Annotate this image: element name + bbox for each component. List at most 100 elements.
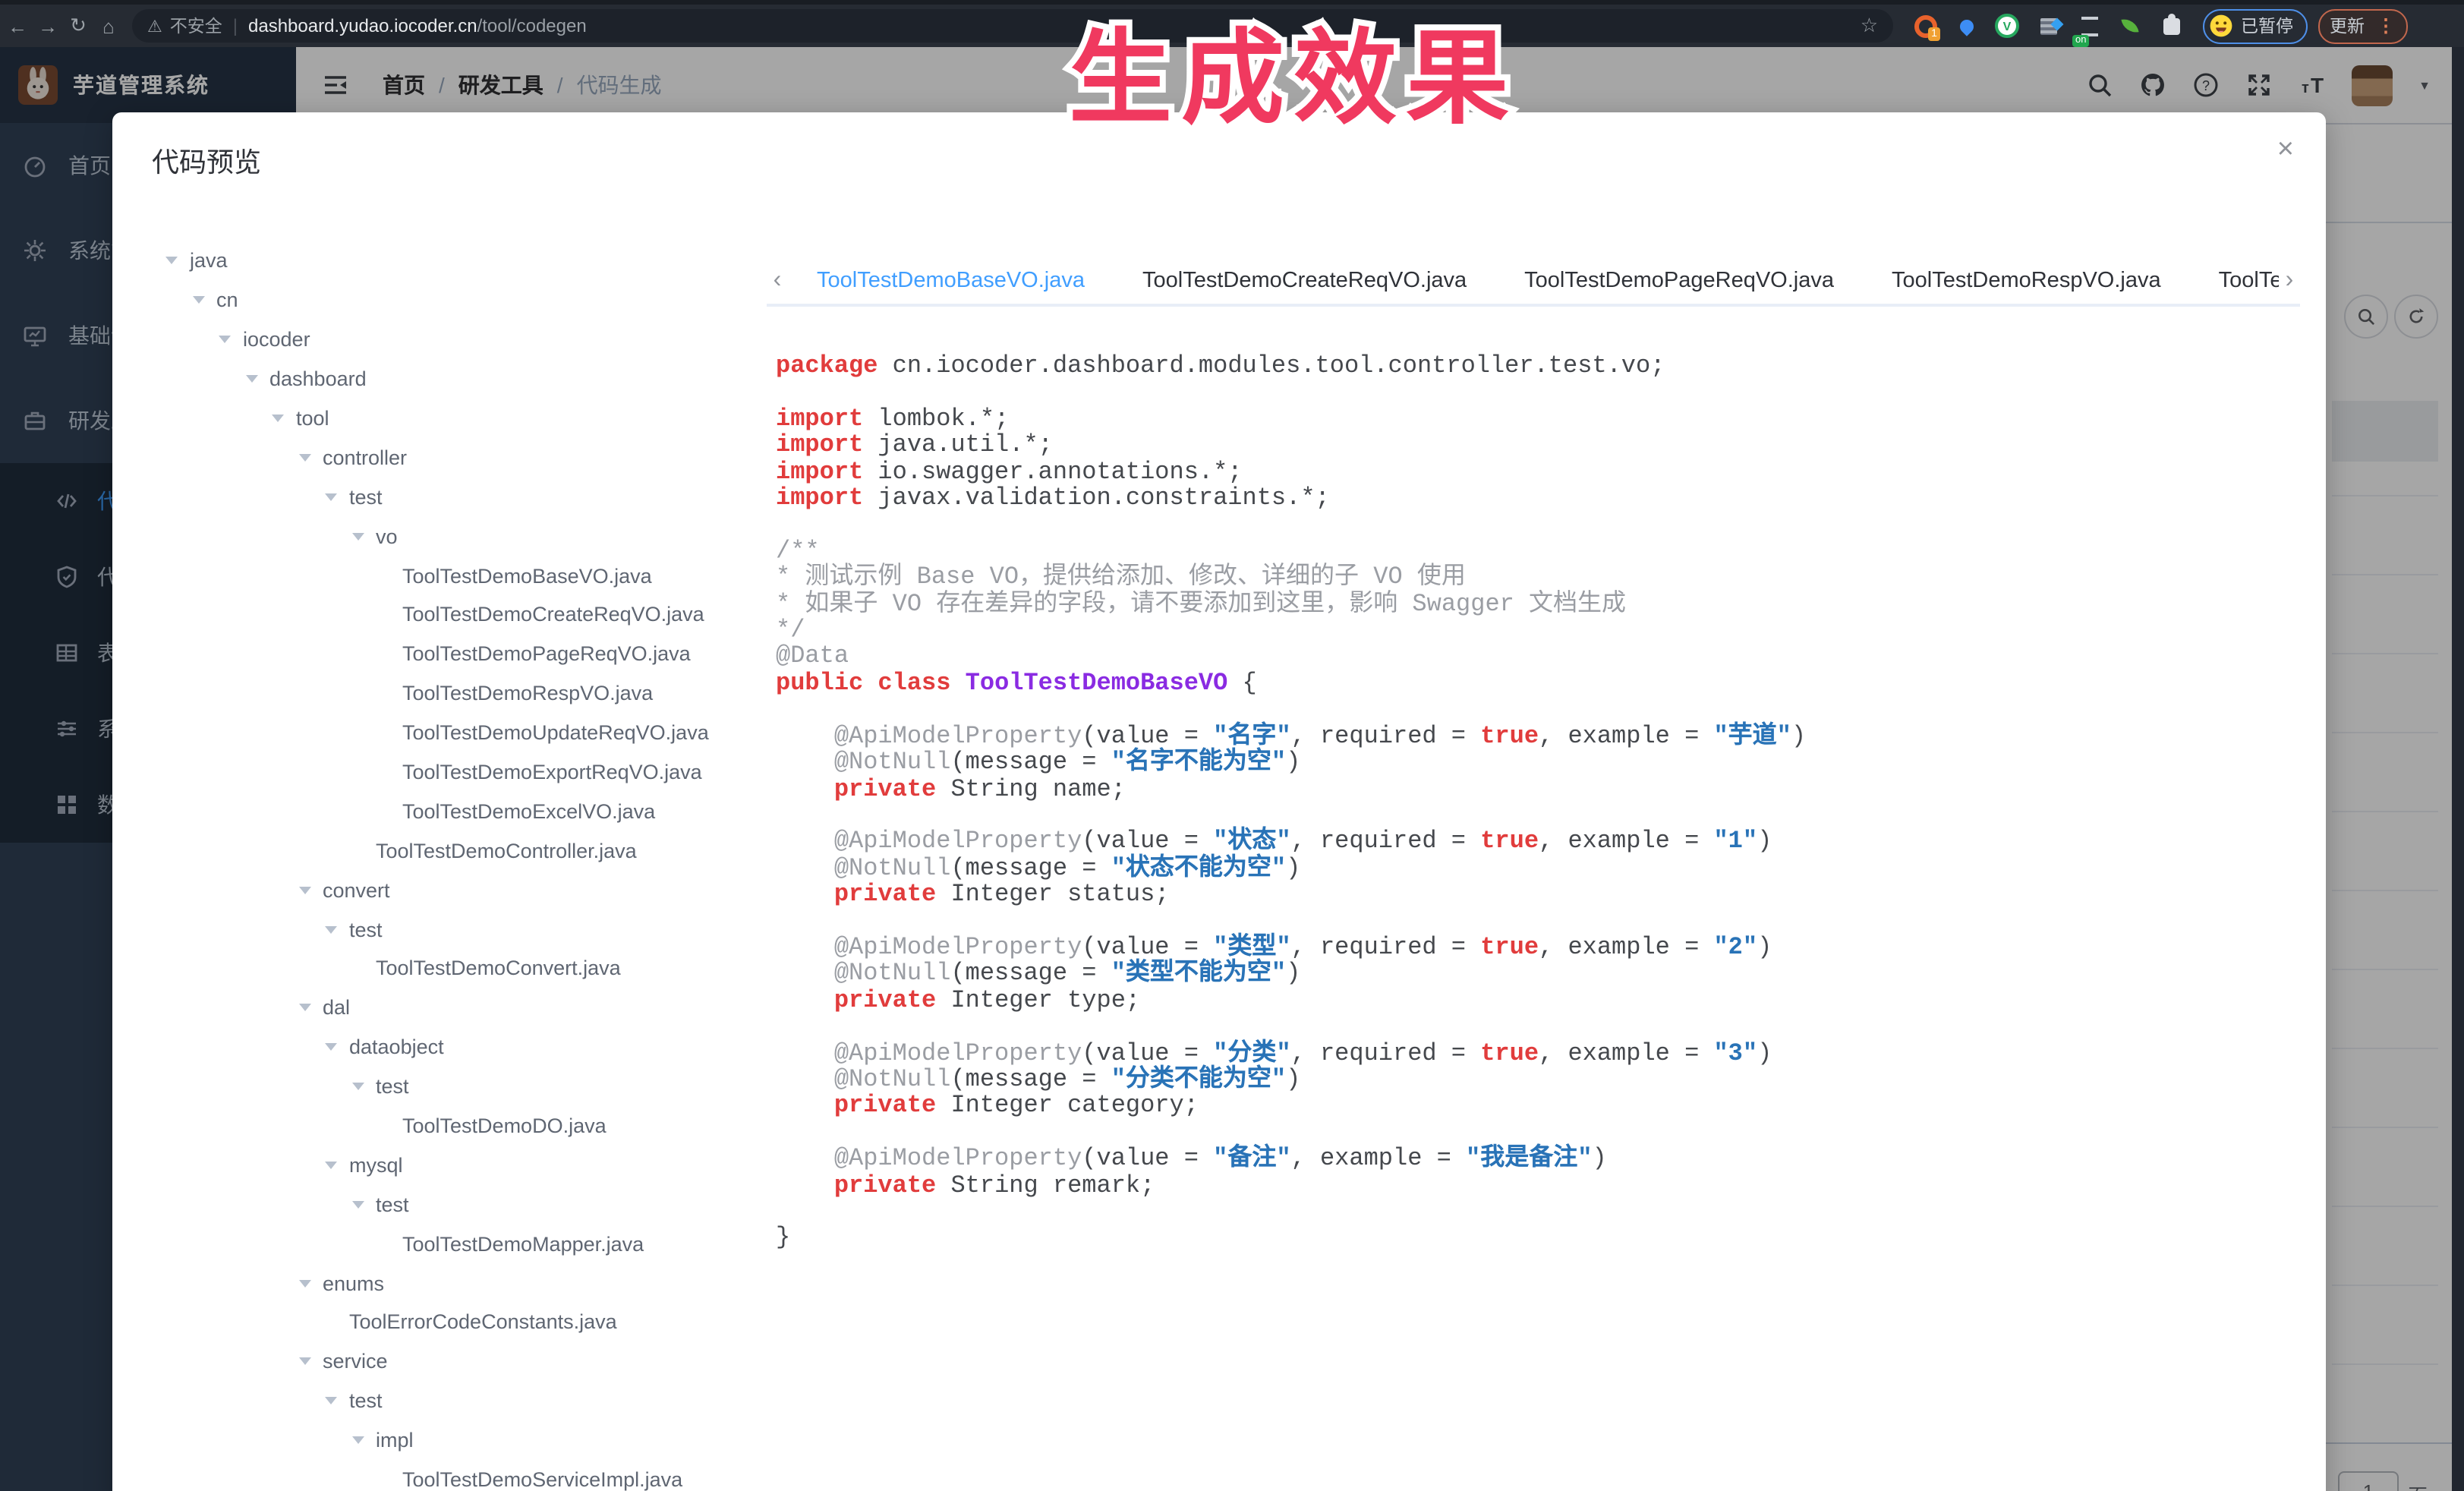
code-file-tab[interactable]: ToolTestDemoRespVO.java [1863,260,2190,302]
tree-caret-icon [378,729,402,736]
code-file-tab[interactable]: ToolTe [2190,260,2279,302]
tree-node-label: tool [296,407,329,430]
tree-file-row[interactable]: ToolErrorCodeConstants.java [153,1303,806,1342]
tree-folder-row[interactable]: convert [153,871,806,910]
tabs-scroll-right-icon[interactable]: › [2279,267,2300,295]
tree-file-row[interactable]: ToolTestDemoCreateReqVO.java [153,595,806,635]
list-on-extension-icon[interactable]: on [2077,14,2101,38]
tree-folder-row[interactable]: iocoder [153,320,806,360]
tree-folder-row[interactable]: controller [153,438,806,478]
paused-label: 已暂停 [2241,14,2293,38]
code-panel[interactable]: package cn.iocoder.dashboard.modules.too… [776,354,2317,1491]
tree-caret-icon[interactable] [351,1436,376,1444]
tree-file-row[interactable]: ToolTestDemoExportReqVO.java [153,752,806,792]
blue-pin-extension-icon[interactable] [1954,14,1978,38]
code-line [776,803,2317,830]
grid-diamond-extension-icon[interactable] [2036,14,2060,38]
code-line: @NotNull(message = "状态不能为空") [776,856,2317,882]
tree-caret-icon[interactable] [325,1398,349,1405]
orange-ring-extension-icon[interactable]: 1 [1913,14,1937,38]
tree-node-label: impl [376,1429,414,1452]
url-path[interactable]: /tool/codegen [477,15,587,36]
tree-caret-icon[interactable] [219,336,243,343]
profile-paused-chip[interactable]: 已暂停 [2203,8,2307,43]
tree-caret-icon[interactable] [298,454,323,462]
back-icon[interactable]: ← [5,14,30,37]
tree-caret-icon[interactable] [325,1162,349,1169]
tree-folder-row[interactable]: service [153,1342,806,1382]
code-line: */ [776,618,2317,645]
tree-node-label: cn [216,289,238,312]
tree-folder-row[interactable]: cn [153,281,806,320]
tree-caret-icon[interactable] [298,1279,323,1287]
tree-folder-row[interactable]: test [153,1185,806,1225]
tree-caret-icon[interactable] [351,1201,376,1209]
code-line: private String remark; [776,1173,2317,1199]
tree-file-row[interactable]: ToolTestDemoBaseVO.java [153,556,806,595]
tree-node-label: enums [323,1272,384,1294]
tree-file-row[interactable]: ToolTestDemoConvert.java [153,949,806,988]
tree-caret-icon [378,768,402,776]
forward-icon[interactable]: → [35,14,61,37]
tree-file-row[interactable]: ToolTestDemoServiceImpl.java [153,1460,806,1491]
tree-folder-row[interactable]: test [153,1067,806,1106]
tree-caret-icon[interactable] [245,375,269,383]
tree-folder-row[interactable]: dataobject [153,1028,806,1067]
tree-file-row[interactable]: ToolTestDemoPageReqVO.java [153,635,806,674]
tree-folder-row[interactable]: dashboard [153,359,806,399]
tree-node-label: ToolTestDemoRespVO.java [402,682,653,705]
tree-file-row[interactable]: ToolTestDemoUpdateReqVO.java [153,713,806,752]
tree-caret-icon[interactable] [325,1044,349,1051]
tree-caret-icon[interactable] [272,415,296,422]
reload-icon[interactable]: ↻ [65,14,91,38]
tree-folder-row[interactable]: dal [153,988,806,1028]
security-label[interactable]: 不安全 [170,14,222,38]
tree-file-row[interactable]: ToolTestDemoController.java [153,831,806,871]
tree-folder-row[interactable]: test [153,909,806,949]
code-file-tab[interactable]: ToolTestDemoPageReqVO.java [1495,260,1863,302]
tree-caret-icon[interactable] [325,493,349,501]
tree-node-label: ToolErrorCodeConstants.java [349,1311,617,1334]
browser-update-button[interactable]: 更新 ⋮ [2317,8,2407,43]
tree-folder-row[interactable]: test [153,1382,806,1421]
tree-folder-row[interactable]: enums [153,1263,806,1303]
tree-caret-icon [351,965,376,972]
tree-folder-row[interactable]: tool [153,399,806,438]
tree-node-label: ToolTestDemoMapper.java [402,1232,644,1255]
puzzle-extension-icon[interactable] [2159,14,2183,38]
url-separator: | [233,15,238,36]
tree-folder-row[interactable]: java [153,241,806,281]
tree-caret-icon[interactable] [298,1004,323,1012]
tree-caret-icon[interactable] [351,1083,376,1090]
tree-file-row[interactable]: ToolTestDemoExcelVO.java [153,792,806,831]
tree-caret-icon[interactable] [325,925,349,933]
annotation-overlay: 生成效果 [800,0,1787,152]
tree-folder-row[interactable]: impl [153,1420,806,1460]
tree-caret-icon[interactable] [192,297,216,304]
tree-folder-row[interactable]: vo [153,516,806,556]
tree-node-label: dataobject [349,1036,444,1059]
green-leaf-extension-icon[interactable] [2118,14,2142,38]
emoji-face-icon [2209,14,2233,38]
tree-caret-icon[interactable] [298,886,323,894]
code-file-tab[interactable]: ToolTestDemoBaseVO.java [788,260,1114,302]
url-host[interactable]: dashboard.yudao.iocoder.cn [248,15,477,36]
tree-caret-icon[interactable] [298,1358,323,1366]
code-file-tab[interactable]: ToolTestDemoCreateReqVO.java [1114,260,1495,302]
browser-menu-dots-icon[interactable]: ⋮ [2377,15,2395,36]
bookmark-star-icon[interactable]: ☆ [1861,14,1878,38]
code-line: private Integer category; [776,1094,2317,1121]
tree-folder-row[interactable]: mysql [153,1146,806,1185]
tree-file-row[interactable]: ToolTestDemoRespVO.java [153,674,806,714]
tree-caret-icon[interactable] [351,532,376,540]
tree-node-label: ToolTestDemoExcelVO.java [402,800,655,823]
page-scrollbar[interactable] [2452,47,2464,1491]
tree-caret-icon[interactable] [165,257,190,265]
green-v-extension-icon[interactable]: V [1995,14,2019,38]
tree-folder-row[interactable]: test [153,478,806,517]
tree-file-row[interactable]: ToolTestDemoMapper.java [153,1225,806,1264]
tree-file-row[interactable]: ToolTestDemoDO.java [153,1106,806,1146]
tabs-scroll-left-icon[interactable]: ‹ [767,267,788,295]
home-icon[interactable]: ⌂ [96,14,121,37]
close-icon[interactable]: × [2277,135,2294,164]
